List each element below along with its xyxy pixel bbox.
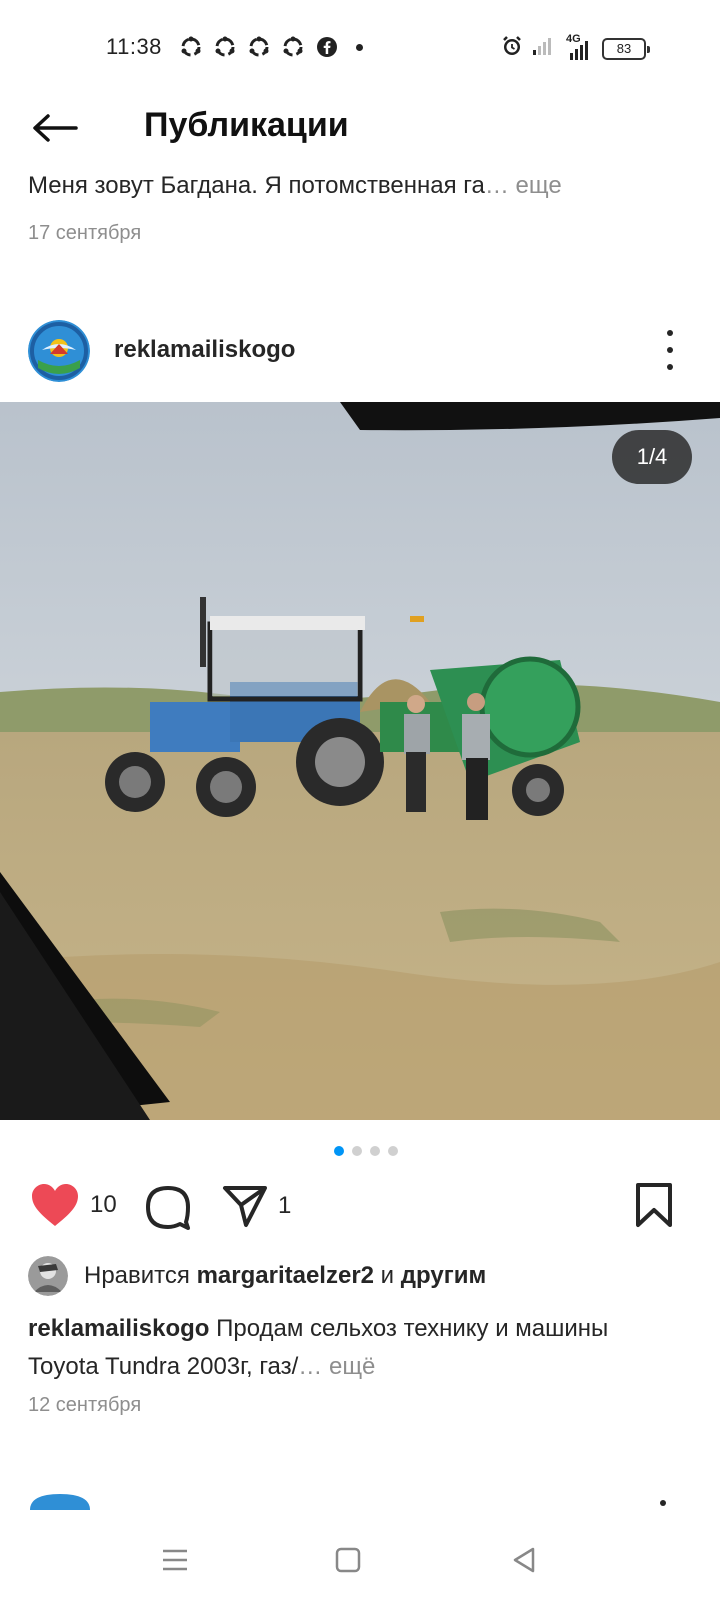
likes-count: 10 xyxy=(90,1191,117,1218)
tractor-field-photo xyxy=(0,402,720,1120)
post-caption[interactable]: reklamailiskogo Продам сельхоз технику и… xyxy=(28,1310,668,1386)
notification-icons xyxy=(178,34,363,60)
caption-username[interactable]: reklamailiskogo xyxy=(28,1315,209,1342)
avatar[interactable] xyxy=(28,320,90,382)
post-photo[interactable] xyxy=(0,402,720,1120)
arrow-left-icon xyxy=(33,114,78,142)
like-button[interactable]: 10 xyxy=(30,1182,117,1228)
post-date: 12 сентября xyxy=(28,1394,142,1416)
sync-icon xyxy=(280,34,306,60)
battery-icon: 83 xyxy=(602,37,650,60)
back-button[interactable] xyxy=(28,104,80,152)
menu-icon xyxy=(163,1549,187,1571)
system-status-icons: 4G 83 xyxy=(500,33,650,63)
share-button[interactable]: 1 xyxy=(222,1184,291,1228)
dot-icon xyxy=(667,364,673,370)
save-button[interactable] xyxy=(634,1182,674,1228)
facebook-icon xyxy=(314,34,340,60)
carousel-dot-active xyxy=(334,1146,344,1156)
heart-icon xyxy=(32,1184,78,1226)
nav-back-button[interactable] xyxy=(504,1540,544,1580)
battery-level: 83 xyxy=(616,41,632,56)
menu-button[interactable] xyxy=(155,1540,195,1580)
liked-by-others[interactable]: другим xyxy=(401,1262,486,1290)
post-header: reklamailiskogo xyxy=(0,318,720,382)
liker-avatar xyxy=(28,1256,68,1296)
status-time: 11:38 xyxy=(106,34,162,59)
sync-icon xyxy=(246,34,272,60)
signal-weak-icon xyxy=(532,36,554,61)
post-actions: 10 1 xyxy=(0,1182,720,1238)
alarm-icon xyxy=(500,34,524,63)
previous-post-date: 17 сентября xyxy=(28,222,142,244)
previous-post-caption-text: Меня зовут Багдана. Я потомственная га xyxy=(28,172,485,199)
status-bar: 11:38 4G 83 xyxy=(0,0,720,96)
bookmark-icon xyxy=(636,1183,672,1227)
more-options-button[interactable] xyxy=(656,326,684,374)
sync-icon xyxy=(178,34,204,60)
shares-count: 1 xyxy=(278,1192,292,1219)
comment-button[interactable] xyxy=(144,1184,192,1230)
home-square-icon xyxy=(335,1547,361,1573)
previous-post-more-link[interactable]: … еще xyxy=(485,172,562,199)
system-nav-bar xyxy=(0,1520,720,1600)
home-button[interactable] xyxy=(328,1540,368,1580)
app-header: Публикации xyxy=(0,96,720,160)
carousel-dot xyxy=(370,1146,380,1156)
signal-4g-icon: 4G xyxy=(562,33,594,61)
next-post-peek xyxy=(0,1494,720,1510)
carousel-dot xyxy=(352,1146,362,1156)
comment-icon xyxy=(146,1186,190,1230)
send-icon xyxy=(223,1186,267,1227)
previous-post-caption[interactable]: Меня зовут Багдана. Я потомственная га… … xyxy=(28,172,562,200)
carousel-indicator xyxy=(334,1146,398,1156)
carousel-dot xyxy=(388,1146,398,1156)
dot-icon xyxy=(667,330,673,336)
back-triangle-icon xyxy=(513,1547,535,1573)
liked-by-user[interactable]: margaritaelzer2 xyxy=(197,1262,374,1290)
photo-counter-badge: 1/4 xyxy=(612,430,692,484)
sync-icon xyxy=(212,34,238,60)
liked-by-row[interactable]: Нравится margaritaelzer2 и другим xyxy=(28,1256,486,1296)
caption-more-link[interactable]: … ещё xyxy=(298,1353,375,1380)
page-title: Публикации xyxy=(144,106,349,144)
post-username[interactable]: reklamailiskogo xyxy=(114,336,295,364)
dot-icon xyxy=(667,347,673,353)
liked-by-suffix: и xyxy=(374,1262,401,1289)
more-notifications-dot xyxy=(356,43,363,51)
liked-by-prefix: Нравится xyxy=(84,1262,197,1289)
